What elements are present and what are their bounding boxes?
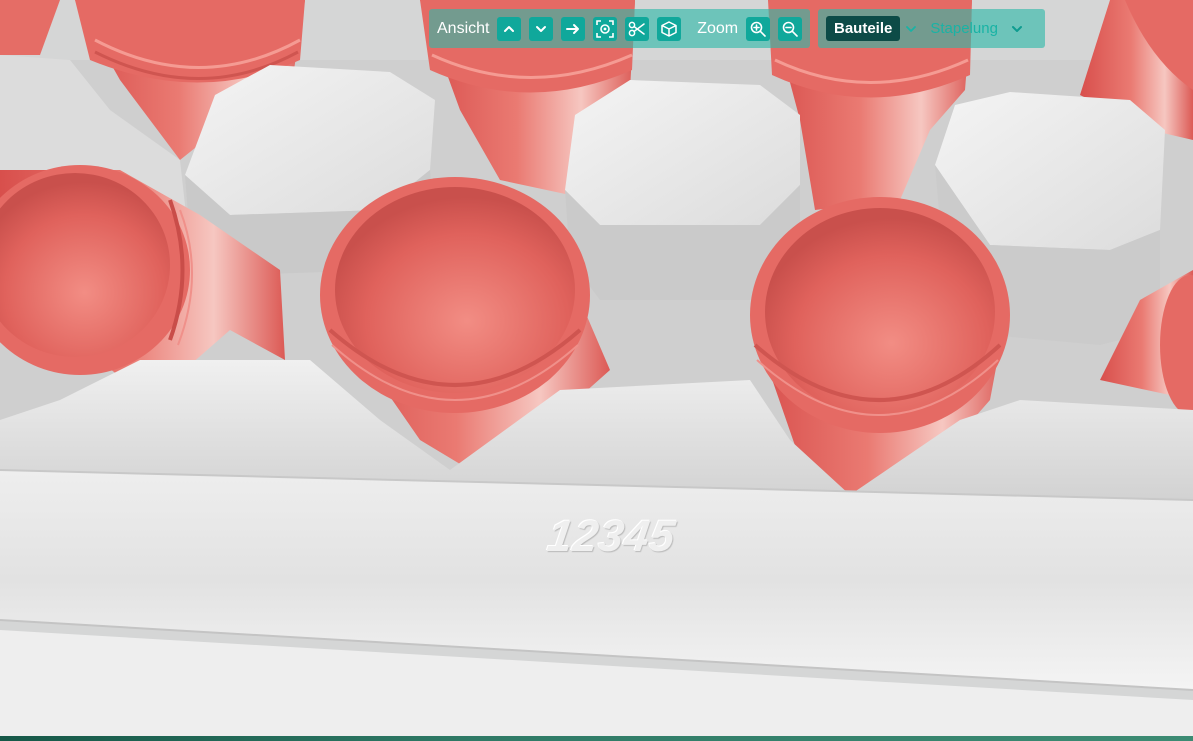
scissors-icon [628,21,645,36]
cube-icon [661,20,677,37]
stacking-button[interactable]: Stapelung [922,16,1006,41]
zoom-out-button[interactable] [778,16,802,41]
tray-stamp-number: 12345 [544,512,679,561]
view-up-button[interactable] [497,16,522,41]
zoom-in-icon [750,21,766,37]
view-right-button[interactable] [561,16,586,41]
arrow-right-icon [566,23,580,34]
zoom-label: Zoom [697,19,739,37]
fit-view-button[interactable] [593,16,618,41]
chevron-down-icon [536,25,547,32]
zoom-in-button[interactable] [746,16,771,41]
section-cut-button[interactable] [625,16,650,41]
stacking-dropdown-button[interactable] [1006,16,1028,41]
chevron-down-icon [1011,25,1022,32]
view-label: Ansicht [437,19,490,37]
focus-frame-icon [596,19,615,38]
view-toolbar: Ansicht Zoom [429,9,810,48]
bottom-edge-strip [0,736,1193,741]
3d-viewport[interactable] [0,0,1193,741]
components-button[interactable]: Bauteile [826,16,901,41]
chevron-down-icon [906,25,917,32]
components-dropdown-button[interactable] [900,16,922,41]
chevron-up-icon [504,25,515,32]
zoom-out-icon [782,21,798,37]
3d-view-button[interactable] [657,16,682,41]
view-down-button[interactable] [529,16,554,41]
parts-toolbar: Bauteile Stapelung [818,9,1045,48]
